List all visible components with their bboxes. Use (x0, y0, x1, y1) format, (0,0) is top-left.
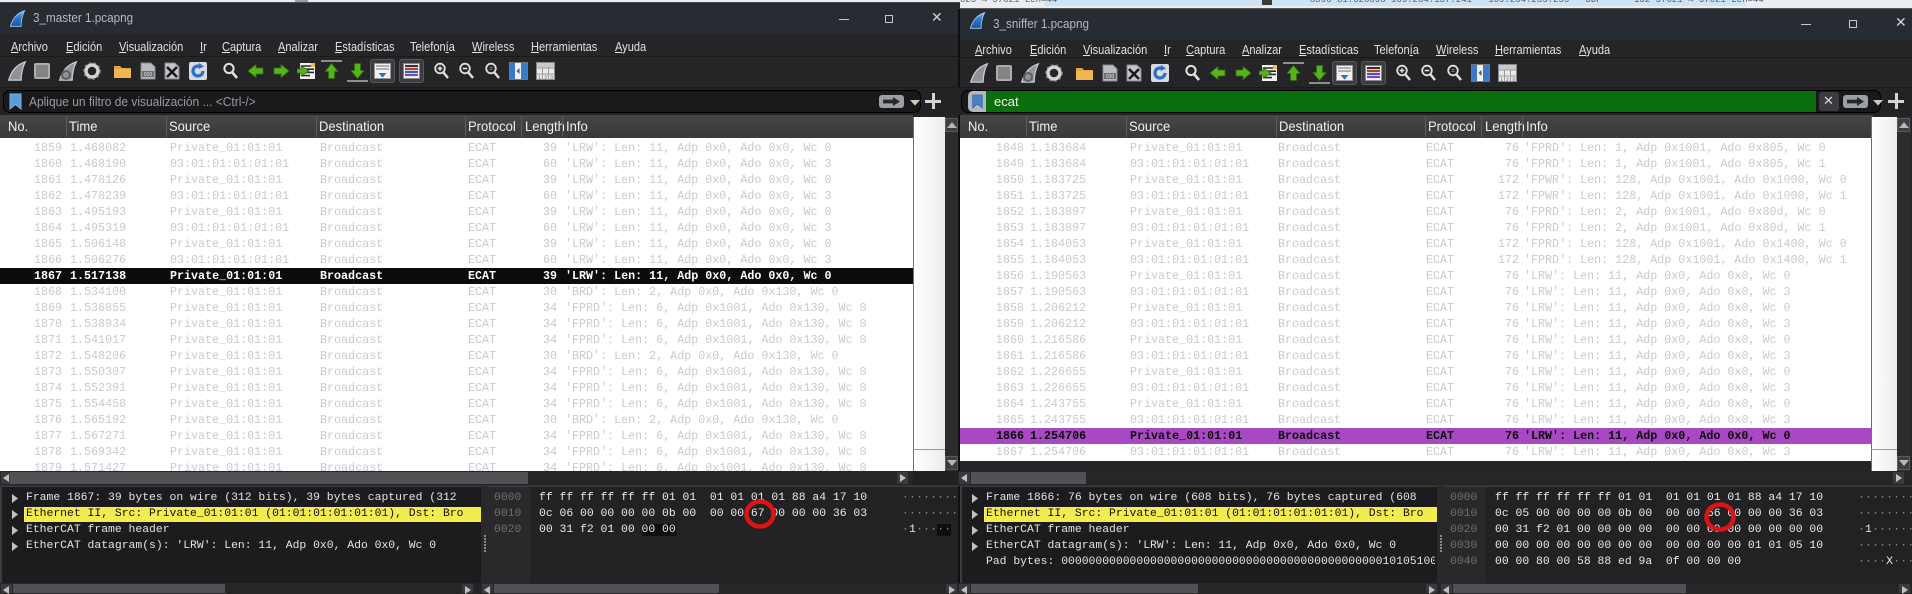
svg-text:1: 1 (1500, 76, 1503, 81)
svg-text:010: 010 (1106, 74, 1115, 80)
svg-text:010: 010 (144, 72, 153, 78)
svg-text:2: 2 (1506, 76, 1509, 81)
svg-text:3: 3 (550, 74, 553, 79)
svg-text:=: = (1451, 69, 1455, 75)
svg-text:3: 3 (1512, 76, 1515, 81)
svg-text:2: 2 (544, 74, 547, 79)
svg-text:1: 1 (538, 74, 541, 79)
svg-text:=: = (489, 67, 493, 73)
